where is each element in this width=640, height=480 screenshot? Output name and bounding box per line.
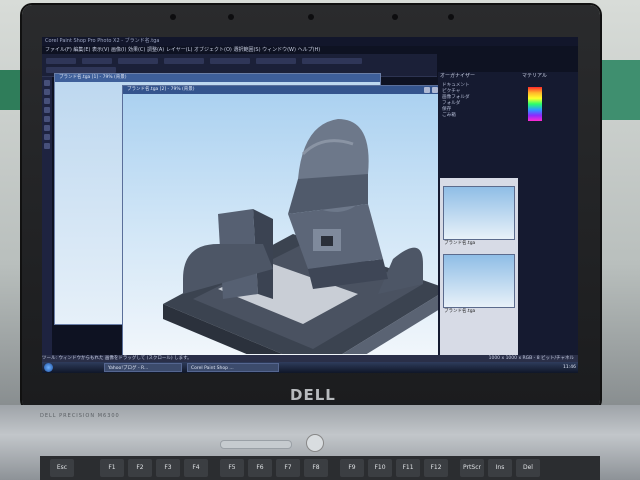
bezel-screw (170, 14, 176, 20)
menu-effects[interactable]: 効果(C) (128, 47, 145, 53)
tool-icon[interactable] (44, 89, 50, 95)
thumbnail-label: ブランド名.tga (444, 241, 476, 246)
minimize-icon[interactable] (424, 87, 430, 93)
menu-image[interactable]: 画像(I) (111, 47, 126, 53)
key[interactable]: F2 (128, 459, 152, 477)
bezel-screw (228, 14, 234, 20)
bezel-screw (448, 14, 454, 20)
key[interactable]: Del (516, 459, 540, 477)
key[interactable]: F7 (276, 459, 300, 477)
key[interactable]: Esc (50, 459, 74, 477)
image-window-title: ブランド名.tga [1] - 79% (背景) (55, 74, 380, 82)
menu-help[interactable]: ヘルプ(H) (298, 47, 321, 53)
key[interactable]: F1 (100, 459, 124, 477)
tool-icon[interactable] (44, 143, 50, 149)
status-bar: ツール: ウィンドウからもれた 画像をドラッグして (スクロール) します。 1… (42, 355, 578, 362)
toolbar-button[interactable] (256, 58, 296, 64)
tool-icon[interactable] (44, 80, 50, 86)
key[interactable]: F6 (248, 459, 272, 477)
thumbnail-label: ブランド名.tga (444, 309, 476, 314)
menu-window[interactable]: ウィンドウ(W) (262, 47, 296, 53)
thumbnail-panel: ブランド名.tga ブランド名.tga (440, 178, 518, 368)
organizer-tree: ドキュメント ピクチャ 画像フォルダ フォルダ 保存 ごみ箱 (442, 83, 518, 119)
material-title: マテリアル (522, 73, 547, 79)
key[interactable]: F11 (396, 459, 420, 477)
menu-objects[interactable]: オブジェクト(O) (194, 47, 232, 53)
tree-item[interactable]: ごみ箱 (442, 113, 518, 119)
tombstone-render (163, 119, 446, 354)
key[interactable]: F12 (424, 459, 448, 477)
toolbar-button[interactable] (210, 58, 250, 64)
clock: 11:46 (563, 365, 576, 370)
tool-icon[interactable] (44, 98, 50, 104)
taskbar: Yahoo!ブログ - R... Corel Paint Shop ... 11… (42, 362, 578, 373)
color-swatch-icon[interactable] (528, 87, 542, 121)
key[interactable]: F9 (340, 459, 364, 477)
key[interactable]: F10 (368, 459, 392, 477)
menu-selections[interactable]: 選択範囲(S) (233, 47, 260, 53)
menu-bar: ファイル(F) 編集(E) 表示(V) 画像(I) 効果(C) 調整(A) レイ… (45, 46, 425, 54)
toolbar-button[interactable] (302, 58, 362, 64)
menu-file[interactable]: ファイル(F) (45, 47, 72, 53)
thumbnail-image[interactable] (443, 254, 515, 308)
title-bar: Corel Paint Shop Pro Photo X2 - ブランド名.tg… (42, 37, 578, 46)
image-window-front[interactable]: ブランド名.tga [2] - 79% (背景) (122, 85, 449, 357)
tools-palette (42, 77, 52, 362)
taskbar-item[interactable]: Corel Paint Shop ... (187, 363, 279, 372)
menu-layers[interactable]: レイヤー(L) (166, 47, 193, 53)
toolbar-button[interactable] (118, 58, 158, 64)
thumbnail-image[interactable] (443, 186, 515, 240)
key[interactable]: F5 (220, 459, 244, 477)
key[interactable]: PrtScr (460, 459, 484, 477)
brand-logo: DELL (290, 386, 336, 404)
status-leds (220, 440, 292, 449)
tool-icon[interactable] (44, 125, 50, 131)
status-text: ツール: ウィンドウからもれた 画像をドラッグして (スクロール) します。 (42, 356, 192, 361)
menu-edit[interactable]: 編集(E) (73, 47, 90, 53)
key[interactable]: F4 (184, 459, 208, 477)
status-image-info: 1000 x 1000 x RGB - 8 ビット/チャネル (488, 356, 574, 361)
webcam-icon (308, 14, 314, 20)
laptop-screen: Corel Paint Shop Pro Photo X2 - ブランド名.tg… (42, 37, 578, 373)
key[interactable]: F3 (156, 459, 180, 477)
start-button-icon[interactable] (44, 363, 53, 372)
taskbar-item[interactable]: Yahoo!ブログ - R... (104, 363, 182, 372)
toolbar-button[interactable] (164, 58, 204, 64)
menu-adjust[interactable]: 調整(A) (147, 47, 164, 53)
tool-icon[interactable] (44, 107, 50, 113)
key[interactable]: F8 (304, 459, 328, 477)
toolbar-button[interactable] (82, 58, 112, 64)
menu-view[interactable]: 表示(V) (92, 47, 109, 53)
key[interactable]: Ins (488, 459, 512, 477)
window-title: Corel Paint Shop Pro Photo X2 - ブランド名.tg… (45, 38, 160, 44)
bezel-screw (392, 14, 398, 20)
image-window-title: ブランド名.tga [2] - 79% (背景) (123, 86, 448, 94)
tool-icon[interactable] (44, 134, 50, 140)
model-label: DELL PRECISION M6300 (40, 413, 120, 419)
toolbar-button[interactable] (46, 58, 76, 64)
keyboard: Esc F1 F2 F3 F4 F5 F6 F7 F8 F9 F10 F11 F… (40, 456, 600, 480)
organizer-title: オーガナイザー (440, 73, 476, 79)
tool-icon[interactable] (44, 116, 50, 122)
power-button-icon[interactable] (306, 434, 324, 452)
